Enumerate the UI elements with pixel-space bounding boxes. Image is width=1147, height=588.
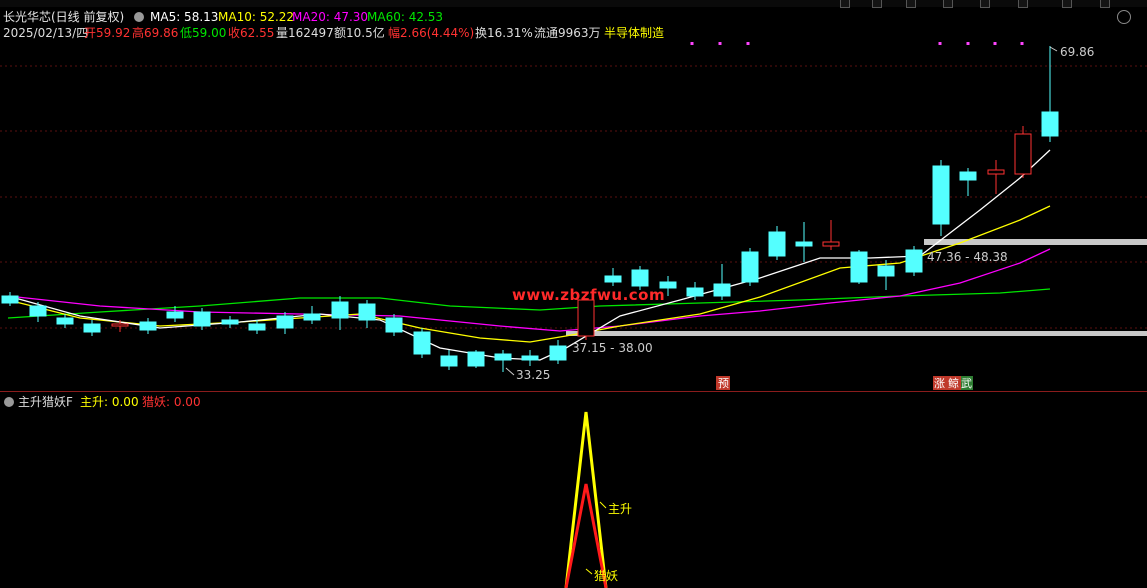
range-annotation-1: 37.15 - 38.00 xyxy=(572,341,653,355)
candle-down xyxy=(385,314,403,336)
signal-dot xyxy=(938,42,942,45)
candle-down xyxy=(494,350,512,372)
indicator-chart[interactable]: 主升 猎妖 xyxy=(0,392,1147,588)
candle-down xyxy=(741,248,759,286)
kline-chart[interactable]: 69.86 33.25 37.15 - 38.00 47.36 - 48.38 … xyxy=(0,0,1147,392)
candle-down xyxy=(29,302,47,322)
candle-down xyxy=(795,222,813,262)
candle-down xyxy=(959,168,977,196)
marker-zhang: 涨 xyxy=(934,377,945,390)
candle-down xyxy=(83,320,101,336)
low-annotation: 33.25 xyxy=(516,368,550,382)
candle-down xyxy=(248,320,266,334)
candle-down xyxy=(139,318,157,334)
candle-down xyxy=(713,264,731,300)
candle-down xyxy=(905,246,923,276)
candle-up xyxy=(987,160,1005,194)
watermark: www.zbzfwu.com xyxy=(512,286,666,304)
candle-down xyxy=(768,226,786,260)
candle-down xyxy=(1041,46,1059,142)
signal-dot xyxy=(993,42,997,45)
candle-down xyxy=(413,328,431,358)
candle-down xyxy=(1,292,19,306)
signal-dot xyxy=(690,42,694,45)
marker-jing: 鲸 xyxy=(948,376,959,390)
candle-down xyxy=(521,350,539,366)
candle-down xyxy=(358,300,376,328)
candle-down xyxy=(604,268,622,286)
candle-down xyxy=(467,350,485,368)
support-zone-1 xyxy=(566,331,1147,336)
candle-down xyxy=(549,340,567,364)
candle-down xyxy=(932,160,950,236)
signal-dots xyxy=(690,42,1024,45)
candle-up xyxy=(822,220,840,250)
signal-dot xyxy=(718,42,722,45)
marker-wu: 武 xyxy=(961,377,972,390)
range-annotation-2: 47.36 - 48.38 xyxy=(927,250,1008,264)
candle-up xyxy=(1014,126,1032,178)
zhusheng-arrow-label: 主升 xyxy=(608,502,632,516)
lieyao-arrow-label: 猎妖 xyxy=(594,569,618,583)
signal-dot xyxy=(746,42,750,45)
signal-dot xyxy=(966,42,970,45)
candle-down xyxy=(440,350,458,370)
high-annotation: 69.86 xyxy=(1060,45,1094,59)
candle-down xyxy=(303,306,321,324)
candle-up xyxy=(577,299,595,340)
candle-down xyxy=(276,312,294,334)
moving-average-lines xyxy=(7,149,1051,361)
signal-markers: 预 涨 鲸 武 xyxy=(716,376,973,390)
candle-down xyxy=(221,316,239,328)
candle-down xyxy=(331,296,349,330)
candlesticks xyxy=(1,46,1059,372)
signal-dot xyxy=(1020,42,1024,45)
marker-yu: 预 xyxy=(718,377,729,390)
candle-down xyxy=(850,250,868,284)
